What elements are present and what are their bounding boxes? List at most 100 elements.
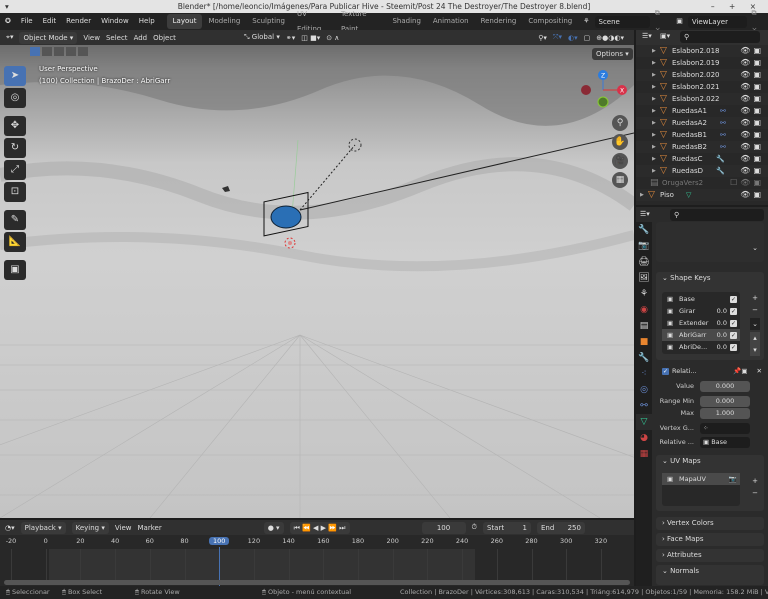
- outliner-row[interactable]: ▶ ▽ Eslabon2.022 👁▣: [636, 93, 768, 105]
- menu-select[interactable]: Select: [106, 34, 128, 42]
- playback-menu[interactable]: Playback ▾: [20, 521, 66, 534]
- uv-map-row[interactable]: ▣ MapaUV 📷: [662, 473, 740, 485]
- rotate-tool-icon[interactable]: ↻: [4, 138, 26, 158]
- navigation-gizmo[interactable]: Z X: [578, 67, 628, 117]
- collection-tab-icon[interactable]: ▤: [636, 318, 652, 334]
- select-invert-icon[interactable]: [66, 47, 76, 56]
- expand-icon[interactable]: ▶: [652, 153, 660, 165]
- modifier-tab-icon[interactable]: 🔧: [636, 350, 652, 366]
- pivot-icon[interactable]: ⚭▾: [286, 34, 295, 42]
- outliner-row[interactable]: ▶ ▽ Eslabon2.018 👁▣: [636, 45, 768, 57]
- expand-icon[interactable]: ▶: [652, 117, 660, 129]
- shape-key-row[interactable]: ▣ Extender 0.0 ✓: [662, 317, 740, 329]
- texture-tab-icon[interactable]: ▦: [636, 446, 652, 462]
- tab-modeling[interactable]: Modeling: [202, 14, 246, 29]
- tab-compositing[interactable]: Compositing: [522, 14, 578, 29]
- shape-key-mute-checkbox[interactable]: ✓: [730, 343, 737, 351]
- expand-icon[interactable]: ▶: [652, 81, 660, 93]
- outliner-row[interactable]: ▶ ▽ Eslabon2.019 👁▣: [636, 57, 768, 69]
- outliner-row[interactable]: ▶ ▽ RuedasB2 ⚯ 👁▣: [636, 141, 768, 153]
- mode-select[interactable]: Object Mode ▾: [19, 31, 78, 44]
- auto-keying-button[interactable]: ● ▾: [263, 521, 284, 534]
- cursor-tool-icon[interactable]: ◎: [4, 88, 26, 108]
- playhead-frame-label[interactable]: 100: [209, 537, 230, 545]
- exclude-visibility-render-icons[interactable]: ☐👁▣: [730, 177, 764, 189]
- outliner-row[interactable]: ▤ OrugaVers2 ☐👁▣: [636, 177, 768, 189]
- blender-logo-icon[interactable]: ✪: [0, 13, 16, 30]
- visibility-render-icons[interactable]: 👁▣: [740, 69, 764, 81]
- outliner-row[interactable]: ▶ ▽ RuedasD 🔧 👁▣: [636, 165, 768, 177]
- visibility-render-icons[interactable]: 👁▣: [740, 93, 764, 105]
- outliner-row[interactable]: ▶ ▽ RuedasC 🔧 👁▣: [636, 153, 768, 165]
- move-up-button[interactable]: ▴: [750, 332, 760, 344]
- shape-keys-header[interactable]: ⌄ Shape Keys: [656, 272, 764, 285]
- properties-search-input[interactable]: ⚲: [670, 209, 764, 221]
- visibility-render-icons[interactable]: 👁▣: [740, 189, 764, 201]
- expand-icon[interactable]: ▶: [652, 105, 660, 117]
- proportional-edit-icon[interactable]: ⊙ ∧: [326, 34, 339, 42]
- uv-maps-header[interactable]: ⌄ UV Maps: [656, 455, 764, 468]
- select-subtract-icon[interactable]: [54, 47, 64, 56]
- relative-checkbox[interactable]: ✓: [662, 367, 669, 375]
- pin-edit-mode-icons[interactable]: 📌▣: [733, 367, 747, 375]
- timeline[interactable]: -20 0 20 40 60 80 100 120 140 160 180 200 220 240 260 2…: [0, 535, 634, 586]
- scene-tab-icon[interactable]: ⚘: [636, 286, 652, 302]
- annotate-tool-icon[interactable]: ✎: [4, 210, 26, 230]
- tab-sculpting[interactable]: Sculpting: [246, 14, 291, 29]
- render-tab-icon[interactable]: 📷: [636, 238, 652, 254]
- expand-icon[interactable]: ▶: [652, 129, 660, 141]
- shape-key-row[interactable]: ▣ Base ✓: [662, 293, 740, 305]
- menu-render[interactable]: Render: [61, 13, 96, 30]
- expand-icon[interactable]: ▶: [652, 141, 660, 153]
- tab-animation[interactable]: Animation: [427, 14, 475, 29]
- vertex-groups-list[interactable]: ⌄: [656, 222, 764, 262]
- transform-tool-icon[interactable]: ⊡: [4, 182, 26, 202]
- shading-modes[interactable]: ⊕●◑◐▾: [596, 34, 624, 42]
- face-maps-panel[interactable]: › Face Maps: [656, 533, 764, 546]
- clear-shape-keys-icon[interactable]: ✕: [757, 367, 762, 375]
- menu-edit[interactable]: Edit: [38, 13, 62, 30]
- visibility-icon[interactable]: ⚲▾: [538, 34, 547, 42]
- select-extend-icon[interactable]: [42, 47, 52, 56]
- data-tab-icon[interactable]: ▽: [636, 414, 652, 430]
- remove-shape-key-button[interactable]: −: [750, 304, 760, 316]
- scene-field[interactable]: Scene: [594, 15, 650, 28]
- outliner-row[interactable]: ▶ ▽ RuedasA1 ⚯ 👁▣: [636, 105, 768, 117]
- expand-icon[interactable]: ▶: [652, 165, 660, 177]
- expand-icon[interactable]: ▶: [652, 93, 660, 105]
- tab-shading[interactable]: Shading: [386, 14, 426, 29]
- menu-object[interactable]: Object: [153, 34, 176, 42]
- gizmo-neg-x-axis[interactable]: [581, 85, 591, 95]
- timeline-editor-icon[interactable]: ◔▾: [5, 524, 15, 532]
- outliner-row[interactable]: ▶ ▽ Piso ▽ 👁▣: [636, 189, 768, 201]
- shape-key-mute-checkbox[interactable]: ✓: [730, 307, 737, 315]
- camera-view-icon[interactable]: 🎥: [612, 153, 628, 169]
- physics-tab-icon[interactable]: ◎: [636, 382, 652, 398]
- filter-icon[interactable]: ▣▾: [660, 32, 670, 40]
- particles-tab-icon[interactable]: ⁖: [636, 366, 652, 382]
- visibility-render-icons[interactable]: 👁▣: [740, 45, 764, 57]
- output-tab-icon[interactable]: 🖨: [636, 254, 652, 270]
- visibility-render-icons[interactable]: 👁▣: [740, 141, 764, 153]
- expand-icon[interactable]: ▶: [652, 69, 660, 81]
- orientation-select[interactable]: ⤡ Global ▾: [244, 33, 280, 42]
- add-shape-key-button[interactable]: +: [750, 292, 760, 304]
- shape-key-row[interactable]: ▣ AbriDe... 0.0 ✓: [662, 341, 740, 353]
- shape-key-value[interactable]: 0.0: [717, 317, 727, 329]
- menu-file[interactable]: File: [16, 13, 38, 30]
- remove-uv-map-button[interactable]: −: [750, 487, 760, 499]
- outliner-row[interactable]: ▶ ▽ Eslabon2.021 👁▣: [636, 81, 768, 93]
- shape-key-value[interactable]: 0.0: [717, 341, 727, 353]
- display-mode-icon[interactable]: ☰▾: [642, 32, 652, 40]
- outliner-row[interactable]: ▶ ▽ Eslabon2.020 👁▣: [636, 69, 768, 81]
- max-input[interactable]: 1.000: [700, 408, 750, 419]
- menu-add[interactable]: Add: [134, 34, 148, 42]
- outliner-row[interactable]: ▶ ▽ RuedasA2 ⚯ 👁▣: [636, 117, 768, 129]
- start-frame-input[interactable]: Start 1: [482, 521, 531, 534]
- value-input[interactable]: 0.000: [700, 381, 750, 392]
- view-layer-icon[interactable]: ▣: [671, 13, 688, 30]
- playback-controls[interactable]: ⏮ ⏪ ◀ ▶ ⏩ ⏭: [289, 521, 350, 534]
- add-uv-map-button[interactable]: +: [750, 475, 760, 487]
- shape-key-value[interactable]: 0.0: [717, 305, 727, 317]
- shape-key-value[interactable]: 0.0: [717, 329, 727, 341]
